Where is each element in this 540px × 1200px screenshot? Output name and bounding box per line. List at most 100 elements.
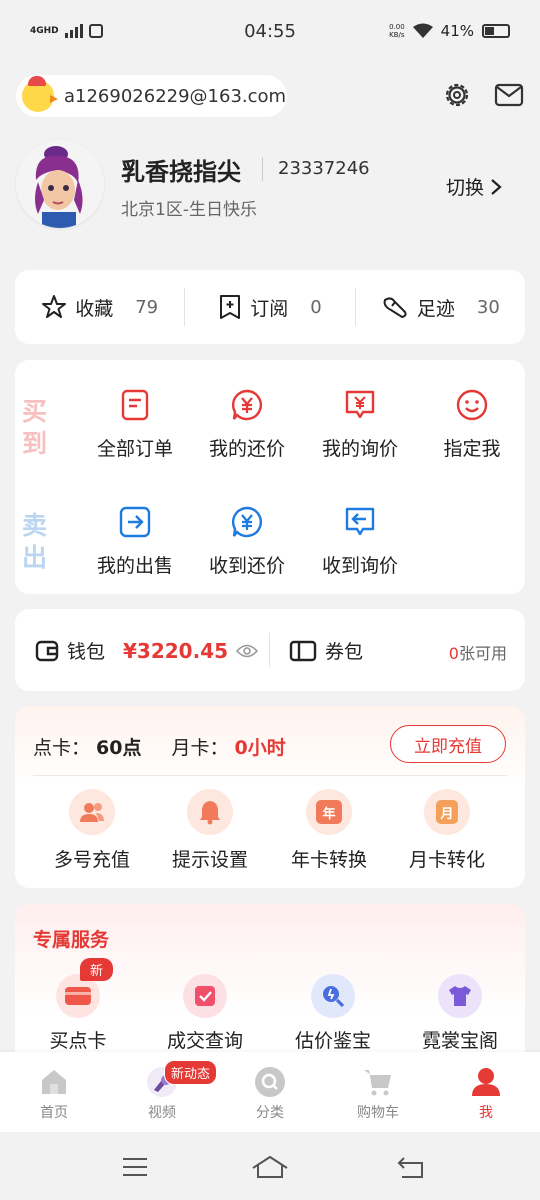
yen-chat-icon (231, 389, 262, 421)
points-value: 60点 (96, 737, 142, 759)
multi-account-recharge-button[interactable]: 多号充值 (32, 789, 152, 872)
switch-label: 切换 (446, 177, 485, 199)
recharge-now-button[interactable]: 立即充值 (390, 725, 506, 763)
sell-arrow-icon (119, 506, 151, 538)
notification-icon (88, 24, 103, 38)
nickname: 乳香挠指尖 (121, 158, 241, 186)
account-email: a1269026229@163.com (64, 85, 287, 107)
bookmark-plus-icon (220, 295, 241, 319)
checklist-icon (195, 986, 215, 1006)
bottom-tab-bar: 首页 视频 分类 购物车 我 (0, 1052, 540, 1132)
divider (269, 633, 270, 667)
mail-icon[interactable] (494, 80, 524, 110)
signal-icon (64, 24, 83, 38)
avatar[interactable] (16, 140, 104, 228)
yen-chat-blue-icon (231, 506, 262, 538)
favorites-count: 79 (135, 296, 159, 318)
star-icon (42, 295, 67, 318)
chevron-right-icon (491, 178, 502, 195)
switch-role-button[interactable]: 切换 (446, 173, 502, 200)
system-navigation-bar (0, 1132, 540, 1200)
magnifier-icon (323, 986, 345, 1008)
monthly-card-icon: 月 (436, 800, 458, 824)
settings-gear-icon[interactable] (442, 80, 472, 110)
wallet-card: 钱包 ¥3220.45 券包 0张可用 (15, 609, 525, 691)
favorites-label: 收藏 (75, 297, 114, 320)
footprint-icon (383, 297, 407, 319)
bell-icon (200, 801, 220, 825)
points-summary: 点卡： 60点 月卡： 0小时 (33, 733, 286, 760)
shirt-icon (449, 986, 471, 1006)
order-list-icon (121, 389, 149, 421)
my-counteroffers-button[interactable]: 我的还价 (191, 388, 303, 461)
sell-section-label: 卖出 (22, 511, 48, 572)
tab-categories[interactable]: 分类 (230, 1066, 310, 1122)
tab-home[interactable]: 首页 (14, 1066, 94, 1122)
footprints-button[interactable]: 足迹 30 (356, 294, 525, 321)
home-nav-icon[interactable] (251, 1154, 289, 1180)
buy-section-label: 买到 (22, 397, 48, 458)
new-activity-badge: 新动态 (164, 1060, 218, 1085)
server-name: 北京1区-生日快乐 (121, 200, 257, 220)
all-orders-button[interactable]: 全部订单 (79, 388, 191, 461)
account-switcher[interactable]: a1269026229@163.com (16, 75, 287, 117)
coupon-icon (289, 640, 317, 661)
home-icon (42, 1070, 66, 1094)
battery-percent: 41% (440, 22, 474, 40)
exclusive-services-title: 专属服务 (33, 929, 110, 951)
received-counteroffers-button[interactable]: 收到还价 (191, 505, 303, 578)
clock: 04:55 (244, 20, 296, 42)
status-bar: 4GHD 04:55 0.00 KB/s 41% (0, 0, 540, 62)
back-icon[interactable] (396, 1154, 426, 1180)
received-inquiries-button[interactable]: 收到询价 (304, 505, 416, 578)
user-profile-icon (472, 1068, 500, 1096)
tab-cart[interactable]: 购物车 (338, 1066, 418, 1122)
wallet-button[interactable]: 钱包 ¥3220.45 (35, 637, 259, 664)
annual-card-icon: 年 (316, 800, 342, 824)
search-category-icon (255, 1067, 285, 1097)
avatar-image (16, 140, 104, 228)
transaction-lookup-button[interactable]: 成交查询 (142, 974, 268, 1053)
favorites-button[interactable]: 收藏 79 (15, 294, 184, 321)
chick-mascot-icon (22, 76, 58, 112)
smiley-icon (456, 389, 488, 421)
my-inquiries-button[interactable]: 我的询价 (304, 388, 416, 461)
cart-icon (364, 1070, 391, 1096)
coupon-availability: 0张可用 (448, 644, 507, 663)
battery-level (485, 27, 495, 35)
eye-icon[interactable] (236, 643, 259, 659)
subscriptions-button[interactable]: 订阅 0 (185, 294, 354, 321)
divider (33, 775, 507, 776)
divider (262, 157, 263, 181)
user-id: 23337246 (278, 158, 370, 179)
buy-point-card-button[interactable]: 买点卡 (15, 974, 141, 1053)
wallet-label: 钱包 (67, 641, 106, 663)
reminder-settings-button[interactable]: 提示设置 (150, 789, 270, 872)
my-sales-button[interactable]: 我的出售 (79, 505, 191, 578)
signal-indicator: 4GHD (30, 25, 59, 36)
battery-icon (482, 24, 510, 38)
monthly-card-value: 0小时 (234, 737, 286, 759)
monthly-card-convert-button[interactable]: 月 月卡转化 (387, 789, 507, 872)
annual-card-convert-button[interactable]: 年 年卡转换 (269, 789, 389, 872)
subscriptions-label: 订阅 (250, 297, 289, 320)
assigned-to-me-button[interactable]: 指定我 (416, 388, 528, 461)
new-badge: 新 (80, 958, 114, 981)
menu-icon[interactable] (121, 1156, 149, 1178)
wallet-icon (35, 640, 59, 661)
coupon-wallet-button[interactable]: 券包 (289, 637, 363, 664)
wallet-balance: ¥3220.45 (123, 638, 229, 663)
yen-message-icon (345, 390, 375, 419)
subscriptions-count: 0 (310, 296, 322, 318)
tab-me[interactable]: 我 (446, 1066, 526, 1122)
wifi-icon (412, 23, 433, 38)
footprints-count: 30 (476, 296, 500, 318)
reply-message-icon (345, 507, 375, 536)
network-speed: 0.00 KB/s (389, 23, 405, 39)
fashion-pavilion-button[interactable]: 霓裳宝阁 (397, 974, 523, 1053)
stats-bar: 收藏 79 订阅 0 足迹 30 (15, 270, 525, 344)
card-icon (65, 987, 91, 1005)
footprints-label: 足迹 (416, 297, 455, 320)
users-icon (80, 803, 104, 822)
appraisal-button[interactable]: 估价鉴宝 (270, 974, 396, 1053)
